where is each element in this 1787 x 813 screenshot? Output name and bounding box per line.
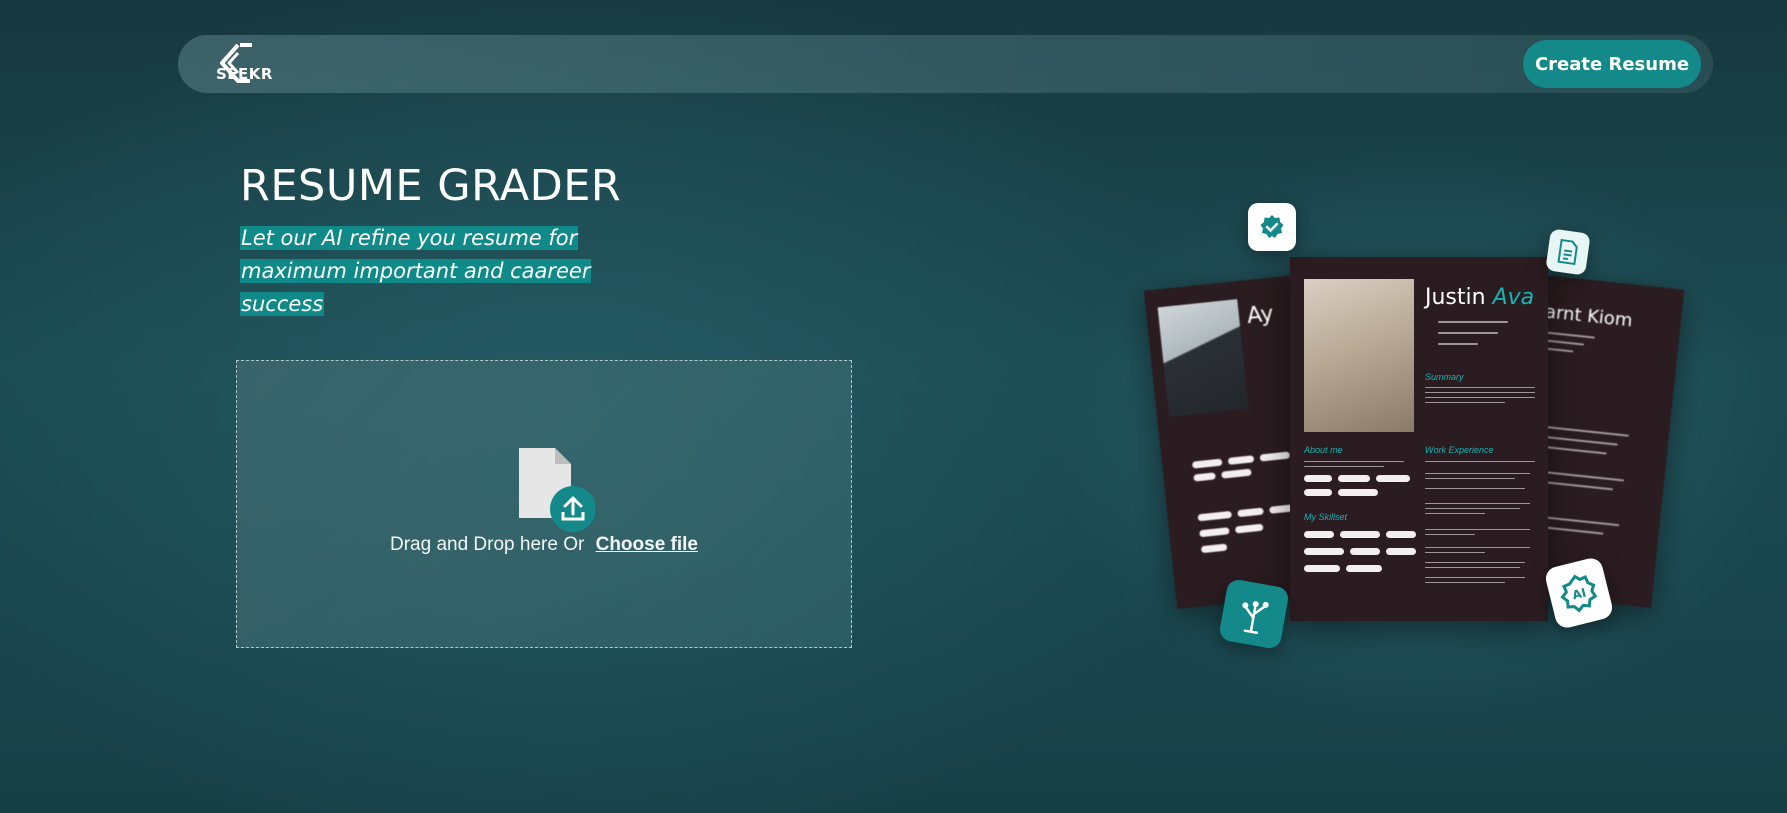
text-line [1425,582,1505,583]
text-line [1425,529,1530,530]
page-title: RESUME GRADER [240,161,622,211]
resume-section-label: My Skillset [1304,512,1348,522]
choose-file-link[interactable]: Choose file [596,534,698,555]
resume-chip [1346,565,1382,572]
page-subtitle-text: Let our AI refine you resume for maximum… [240,226,592,316]
drop-instructions: Drag and Drop here Or Choose file [237,534,851,556]
text-line [1304,461,1404,462]
text-line [1425,387,1535,388]
resume-chip [1199,527,1230,538]
logo-text: SEEKR [216,65,273,83]
resume-chip [1304,565,1340,572]
resume-card-name: Ay [1245,301,1275,330]
resume-card-center: Justin Ava Summary About me Work Experie… [1290,257,1548,621]
navbar: SEEKR Create Resume [178,35,1713,93]
resume-chip [1386,548,1416,555]
text-line [1425,552,1485,553]
resume-chip [1386,531,1416,538]
resume-photo [1304,279,1414,432]
resume-photo [1157,299,1249,417]
resume-chip [1227,455,1255,465]
resume-chip [1338,475,1370,482]
create-resume-button[interactable]: Create Resume [1523,40,1701,88]
resume-section-label: Summary [1425,372,1464,382]
page-subtitle: Let our AI refine you resume for maximum… [240,222,660,321]
drag-drop-text: Drag and Drop here Or [389,534,585,555]
text-line [1425,567,1520,568]
resume-illustration: Ay Garnt Kiom Justin Ava Summary About m… [1140,195,1700,655]
resume-section-label: About me [1304,445,1343,455]
text-line [1425,508,1520,509]
text-line [1438,321,1508,323]
text-line [1425,577,1525,578]
text-line [1425,562,1525,563]
text-line [1425,402,1505,403]
resume-chip [1338,489,1378,496]
text-line [1425,392,1535,393]
text-line [1304,466,1384,467]
resume-chip [1350,548,1380,555]
text-line [1438,343,1478,345]
resume-first-name: Justin [1425,285,1486,310]
resume-chip [1376,475,1410,482]
text-line [1425,503,1530,504]
seekr-logo[interactable]: SEEKR [178,35,318,93]
text-line [1425,547,1530,548]
text-line [1425,461,1535,462]
resume-chip [1237,507,1264,518]
text-line [1425,488,1525,489]
text-line [1425,397,1535,398]
resume-section-label: Work Experience [1425,445,1494,455]
skill-tree-icon [1218,578,1290,650]
resume-dropzone[interactable]: Drag and Drop here Or Choose file [236,360,852,648]
resume-chip [1193,472,1216,482]
text-line [1425,534,1475,535]
resume-chip [1221,468,1252,479]
file-upload-icon [519,448,595,532]
verified-badge-icon [1248,203,1296,251]
resume-chip [1200,543,1228,554]
resume-chip [1304,531,1334,538]
text-line [1425,513,1485,514]
resume-card-name: Justin Ava [1425,285,1534,310]
resume-chip [1234,523,1264,534]
resume-chip [1197,510,1233,522]
text-line [1425,478,1515,479]
resume-chip [1259,451,1291,462]
text-line [1438,332,1498,334]
resume-chip [1304,475,1332,482]
resume-last-name: Ava [1492,285,1535,310]
resume-chip [1340,531,1380,538]
text-line [1425,473,1530,474]
resume-chip [1191,458,1223,469]
document-icon [1545,228,1591,276]
resume-chip [1304,548,1344,555]
resume-chip [1304,489,1332,496]
svg-text:AI: AI [1571,586,1588,603]
